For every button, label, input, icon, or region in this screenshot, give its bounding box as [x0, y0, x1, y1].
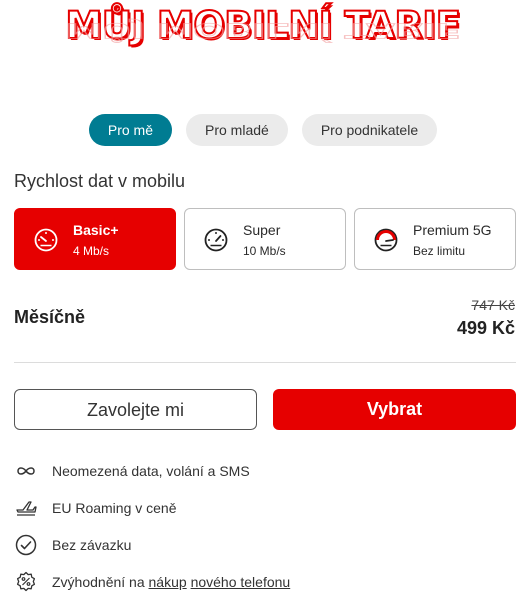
- page-title-reflection: MŮJ MOBILNÍ TARIF: [65, 18, 461, 43]
- price-label: Měsíčně: [14, 307, 86, 327]
- feature-text: EU Roaming v ceně: [52, 499, 177, 516]
- list-item: Neomezená data, volání a SMS: [14, 452, 290, 489]
- speed-option-basic-text: Basic+ 4 Mb/s: [73, 221, 119, 260]
- feature-list: Neomezená data, volání a SMS EU Roaming …: [14, 452, 290, 600]
- speed-options: Basic+ 4 Mb/s Super 10 Mb/s Premium 5G B…: [14, 208, 516, 270]
- feature-text: Neomezená data, volání a SMS: [52, 462, 250, 479]
- speed-option-name: Super: [243, 222, 281, 238]
- speed-option-premium[interactable]: Premium 5G Bez limitu: [354, 208, 516, 270]
- speed-section-label: Rychlost dat v mobilu: [14, 171, 186, 191]
- speed-option-name: Basic+: [73, 222, 119, 238]
- speed-option-name: Premium 5G: [413, 222, 492, 238]
- speed-option-value: 4 Mb/s: [73, 244, 110, 258]
- speed-option-value: Bez limitu: [413, 244, 466, 258]
- audience-tabs: Pro mě Pro mladé Pro podnikatele: [0, 114, 526, 146]
- speedometer-low-icon: [34, 228, 58, 252]
- new-phone-link[interactable]: nového telefonu: [191, 574, 291, 590]
- feature-text-discount: Zvýhodnění na nákup nového telefonu: [52, 574, 290, 590]
- old-price: 747 Kč: [471, 297, 515, 313]
- speed-option-super[interactable]: Super 10 Mb/s: [184, 208, 346, 270]
- tab-pro-me[interactable]: Pro mě: [88, 114, 172, 146]
- speedometer-mid-icon: [204, 228, 228, 252]
- speedometer-high-icon: [374, 228, 398, 252]
- select-button[interactable]: Vybrat: [273, 389, 516, 430]
- list-item: Bez závazku: [14, 526, 290, 563]
- speed-option-basic[interactable]: Basic+ 4 Mb/s: [14, 208, 176, 270]
- list-item: EU Roaming v ceně: [14, 489, 290, 526]
- check-circle-icon: [15, 534, 37, 555]
- list-item: Zvýhodnění na nákup nového telefonu: [14, 563, 290, 600]
- tab-pro-podnikatele[interactable]: Pro podnikatele: [301, 114, 438, 146]
- infinity-icon: [17, 466, 35, 475]
- airplane-icon: [16, 500, 37, 516]
- feature-text: Zvýhodnění na: [52, 573, 149, 590]
- speed-option-super-text: Super 10 Mb/s: [243, 221, 286, 260]
- tab-pro-mlade[interactable]: Pro mladé: [186, 114, 288, 146]
- discount-badge-icon: [16, 571, 36, 591]
- speed-option-value: 10 Mb/s: [243, 244, 286, 258]
- feature-text: Bez závazku: [52, 536, 132, 553]
- call-me-button[interactable]: Zavolejte mi: [14, 389, 257, 430]
- page-title-banner: MŮJ MOBILNÍ TARIF MŮJ MOBILNÍ TARIF: [0, 0, 526, 84]
- speed-option-premium-text: Premium 5G Bez limitu: [413, 221, 492, 260]
- divider: [14, 362, 516, 363]
- purchase-link[interactable]: nákup: [149, 574, 187, 590]
- current-price: 499 Kč: [456, 318, 515, 338]
